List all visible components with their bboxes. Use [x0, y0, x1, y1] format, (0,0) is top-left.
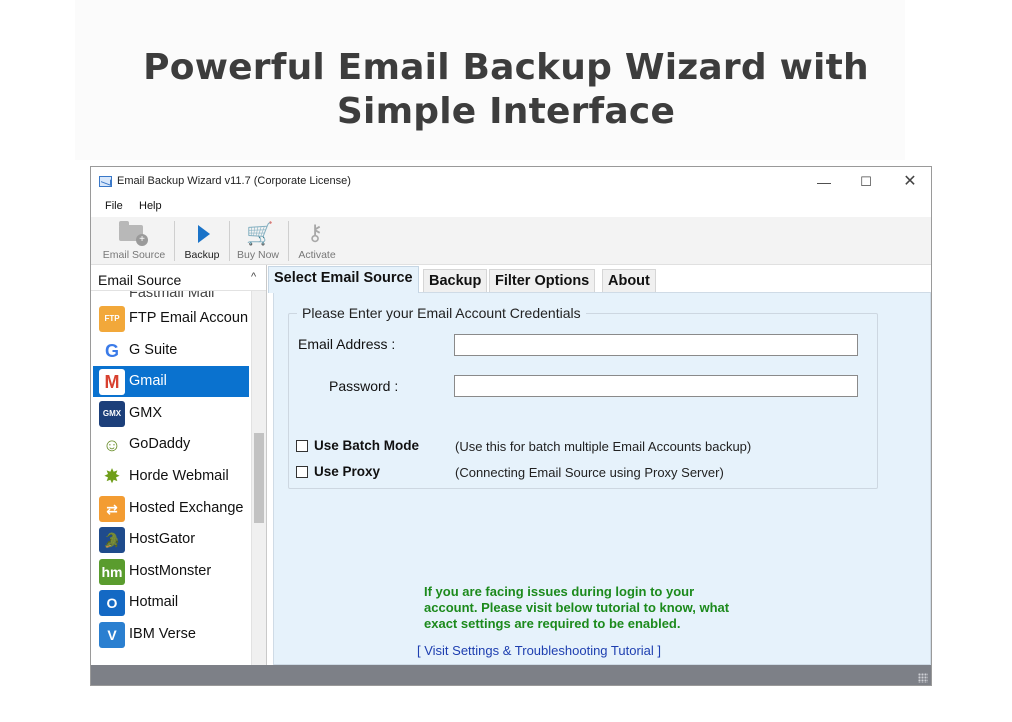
sidebar-item-label: GoDaddy: [129, 436, 191, 453]
email-address-input[interactable]: [454, 334, 858, 356]
backup-tool-button[interactable]: Backup: [179, 219, 225, 263]
tab-backup[interactable]: Backup: [423, 269, 488, 293]
sidebar-item-label: Hotmail: [129, 594, 179, 611]
sidebar-item-gmx[interactable]: GMX GMX: [93, 398, 249, 429]
ibm-verse-icon: V: [99, 622, 125, 648]
play-icon: [198, 225, 210, 243]
sidebar-item-ftp-email-accoun[interactable]: FTP FTP Email Accoun: [93, 303, 249, 334]
sidebar-item-label: GMX: [129, 404, 163, 421]
toolbar-separator: [174, 221, 175, 261]
sidebar-scrollbar[interactable]: [251, 291, 266, 665]
sidebar-item-ibm-verse[interactable]: V IBM Verse: [93, 619, 249, 650]
ftp-icon: FTP: [99, 306, 125, 332]
toolbar: Email Source Backup 🛒 Buy Now ⚷ Activate: [91, 217, 931, 265]
menu-bar: File Help: [91, 197, 931, 217]
sidebar-title: Email Source: [98, 272, 182, 288]
sidebar-item-g-suite[interactable]: GG Suite: [93, 335, 249, 366]
scrollbar-thumb[interactable]: [254, 433, 264, 523]
sidebar-item-label: HostMonster: [129, 562, 212, 579]
buy-now-tool-button[interactable]: 🛒 Buy Now: [233, 219, 283, 263]
batch-mode-label[interactable]: Use Batch Mode: [314, 438, 419, 453]
sidebar-item-label: Gmail: [129, 373, 167, 390]
resize-grip-icon[interactable]: [918, 673, 928, 683]
select-email-source-panel: Please Enter your Email Account Credenti…: [273, 292, 931, 665]
collapse-up-icon[interactable]: ^: [251, 271, 256, 283]
email-source-list: Fastmail Mail FTP FTP Email Accoun G G Suit…: [91, 291, 251, 665]
toolbar-separator: [288, 221, 289, 261]
folder-add-icon: [119, 221, 148, 246]
sidebar-item-label: FTP Email Accoun: [129, 310, 249, 326]
sidebar-item-label: Fastmail Mail: [129, 291, 215, 301]
buy-now-tool-label: Buy Now: [236, 249, 279, 261]
credentials-legend: Please Enter your Email Account Credenti…: [297, 305, 586, 321]
toolbar-separator: [229, 221, 230, 261]
gmail-icon: M: [99, 369, 125, 396]
sidebar-item-hotmail[interactable]: O Hotmail: [93, 587, 249, 618]
horde-icon: ✸: [99, 464, 125, 490]
tab-filter-options[interactable]: Filter Options: [489, 269, 596, 293]
tab-bar: Select Email Source Backup Filter Option…: [268, 265, 931, 293]
google-icon: G: [99, 337, 125, 364]
sidebar-item-horde-webmail[interactable]: ✸ Horde Webmail: [93, 461, 249, 492]
credentials-group: Please Enter your Email Account Credenti…: [288, 305, 878, 489]
minimize-button[interactable]: —: [809, 171, 839, 193]
email-source-sidebar: Email Source ^ Fastmail Mail FTP FTP Emai…: [91, 265, 267, 665]
email-address-label: Email Address :: [298, 336, 396, 352]
sidebar-item-godaddy[interactable]: ☺ GoDaddy: [93, 429, 249, 460]
email-source-tool-label: Email Source: [102, 249, 166, 261]
hotmail-icon: O: [99, 590, 125, 617]
sidebar-item-label: Horde Webmail: [129, 468, 229, 484]
use-proxy-hint: (Connecting Email Source using Proxy Ser…: [455, 465, 724, 480]
sidebar-item-label: Hosted Exchange: [129, 499, 244, 516]
maximize-button[interactable]: ☐: [851, 171, 881, 193]
sidebar-header: Email Source ^: [91, 265, 266, 291]
password-input[interactable]: [454, 375, 858, 397]
troubleshooting-tutorial-link[interactable]: [ Visit Settings & Troubleshooting Tutor…: [417, 643, 661, 658]
window-title: Email Backup Wizard v11.7 (Corporate Lic…: [117, 175, 351, 187]
hostgator-icon: 🐊: [99, 527, 125, 554]
help-line: If you are facing issues during login to…: [424, 584, 695, 599]
password-label: Password :: [329, 378, 399, 394]
menu-file[interactable]: File: [105, 200, 123, 212]
activate-tool-button[interactable]: ⚷ Activate: [293, 219, 341, 263]
use-proxy-checkbox[interactable]: [296, 466, 308, 478]
help-line: exact settings are required to be enable…: [424, 616, 681, 631]
tab-select-email-source[interactable]: Select Email Source: [268, 266, 419, 293]
sidebar-item-hosted-exchange[interactable]: ⇄ Hosted Exchange: [93, 493, 249, 524]
batch-mode-checkbox[interactable]: [296, 440, 308, 452]
main-content: Select Email Source Backup Filter Option…: [268, 265, 931, 665]
sidebar-item-hostmonster[interactable]: hm HostMonster: [93, 556, 249, 587]
exchange-icon: ⇄: [99, 495, 125, 522]
sidebar-item-label: IBM Verse: [129, 626, 196, 642]
key-icon: ⚷: [307, 220, 324, 245]
sidebar-item-label: HostGator: [129, 531, 196, 548]
use-proxy-label[interactable]: Use Proxy: [314, 464, 380, 479]
menu-help[interactable]: Help: [139, 200, 162, 212]
tab-about[interactable]: About: [602, 269, 656, 293]
cart-icon: 🛒: [246, 221, 274, 246]
close-button[interactable]: ✕: [895, 171, 925, 193]
hero-title-line1: Powerful Email Backup Wizard with: [143, 47, 869, 88]
batch-mode-hint: (Use this for batch multiple Email Accou…: [455, 439, 752, 454]
gmx-icon: GMX: [99, 400, 125, 427]
activate-tool-label: Activate: [298, 249, 336, 261]
hostmonster-icon: hm: [99, 558, 125, 585]
godaddy-icon: ☺: [99, 432, 125, 459]
help-line: account. Please visit below tutorial to …: [424, 600, 730, 615]
status-bar: [91, 665, 931, 685]
login-help-text: If you are facing issues during login to…: [424, 584, 784, 632]
app-window: Email Backup Wizard v11.7 (Corporate Lic…: [90, 166, 932, 686]
sidebar-item-label: G Suite: [129, 341, 178, 358]
app-icon: [99, 176, 112, 187]
sidebar-item-partial[interactable]: Fastmail Mail: [93, 291, 249, 301]
backup-tool-label: Backup: [184, 249, 220, 261]
email-source-tool-button[interactable]: Email Source: [99, 219, 169, 263]
title-bar[interactable]: Email Backup Wizard v11.7 (Corporate Lic…: [91, 167, 931, 197]
hero-title-line2: Simple Interface: [336, 91, 676, 132]
sidebar-item-gmail[interactable]: M Gmail: [93, 366, 249, 398]
sidebar-item-hostgator[interactable]: 🐊 HostGator: [93, 524, 249, 555]
hero-title: Powerful Email Backup Wizard with Simple…: [0, 46, 1012, 134]
